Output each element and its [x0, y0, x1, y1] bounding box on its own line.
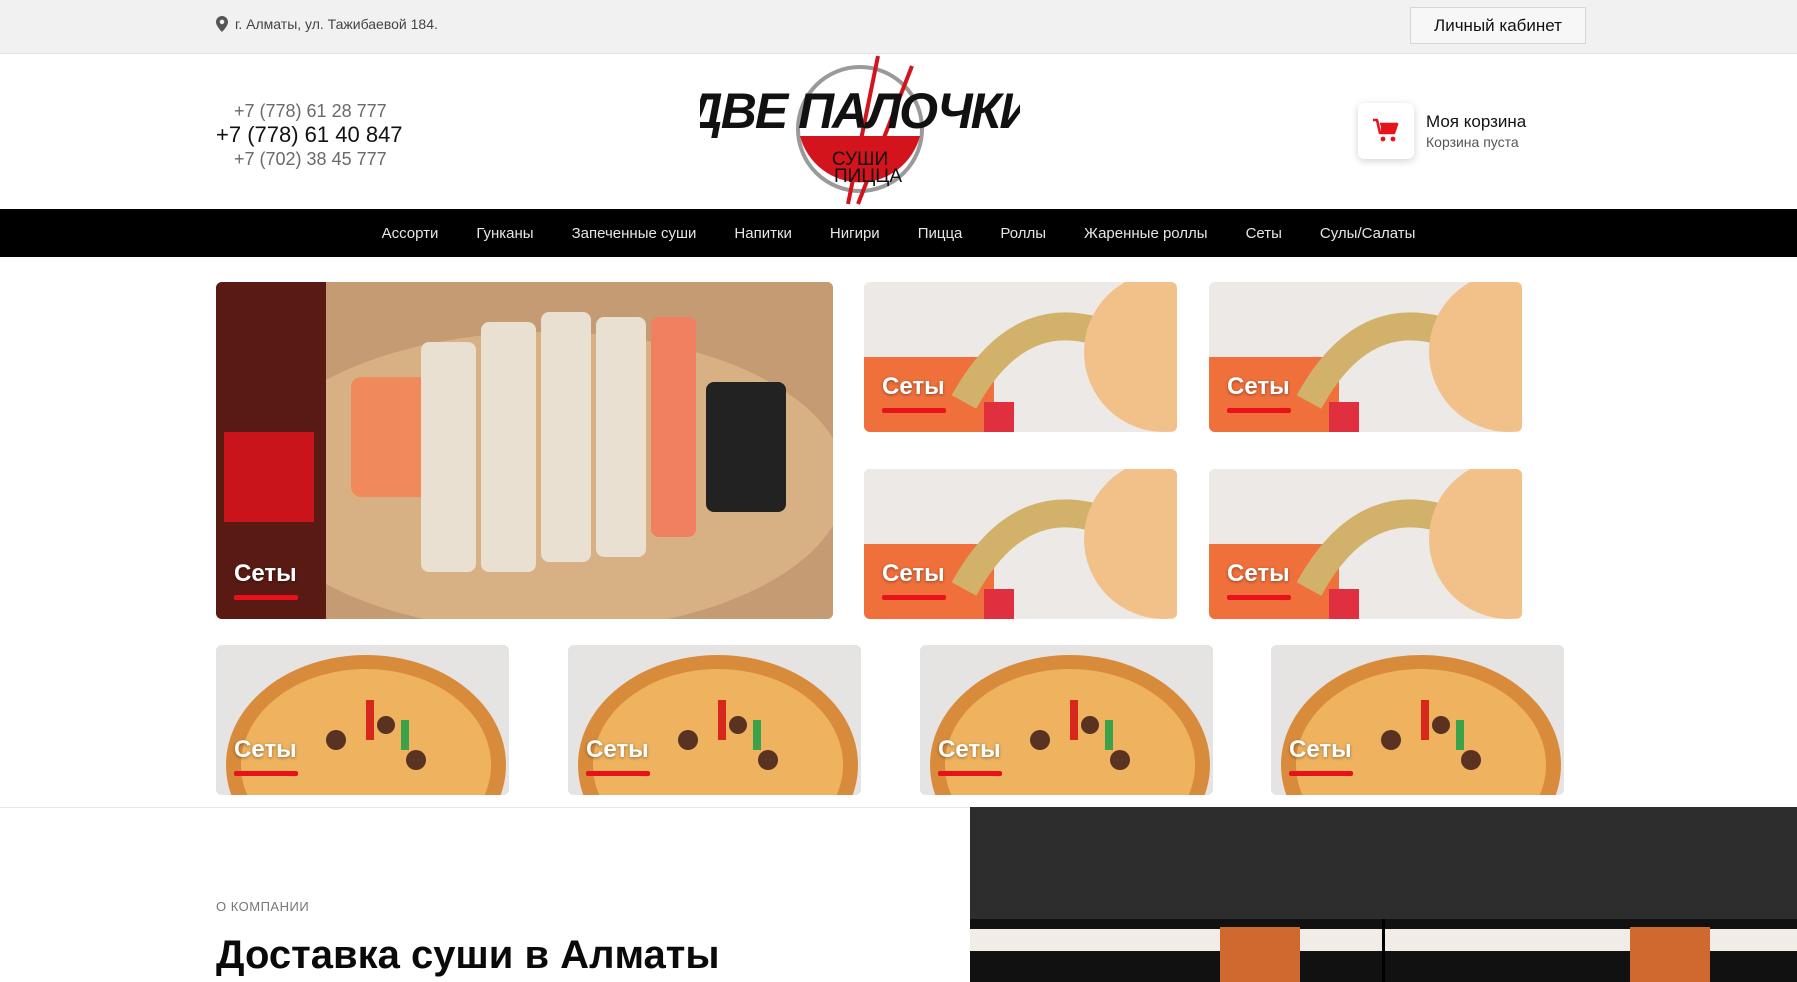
phone-number-main[interactable]: +7 (778) 61 40 847	[216, 123, 403, 147]
tile-label: Сеты	[882, 560, 945, 587]
nav-item-soups-salads[interactable]: Сулы/Салаты	[1301, 225, 1434, 242]
category-tile[interactable]: Сеты	[920, 645, 1213, 795]
tile-underline	[234, 771, 298, 776]
category-tile[interactable]: Сеты	[216, 645, 509, 795]
phone-number[interactable]: +7 (778) 61 28 777	[216, 99, 403, 123]
nav-item-nigiri[interactable]: Нигири	[811, 225, 899, 242]
personal-cabinet-button[interactable]: Личный кабинет	[1410, 7, 1586, 44]
about-eyebrow: О КОМПАНИИ	[216, 899, 310, 914]
tile-label: Сеты	[234, 560, 297, 587]
nav-item-pizza[interactable]: Пицца	[899, 225, 982, 242]
tile-underline	[882, 595, 946, 600]
tile-label: Сеты	[1227, 560, 1290, 587]
tile-label: Сеты	[586, 736, 649, 763]
location-pin-icon	[216, 16, 228, 32]
tile-underline	[1289, 771, 1353, 776]
tile-underline	[882, 408, 946, 413]
cart[interactable]: Моя корзина Корзина пуста	[1358, 103, 1526, 159]
phone-number[interactable]: +7 (702) 38 45 777	[216, 147, 403, 171]
nav-item-rolls[interactable]: Роллы	[981, 225, 1065, 242]
nav-item-gunkany[interactable]: Гунканы	[457, 225, 552, 242]
nav-item-assorti[interactable]: Ассорти	[363, 225, 458, 242]
top-bar: г. Алматы, ул. Тажибаевой 184. Личный ка…	[0, 0, 1797, 54]
nav-item-sets[interactable]: Сеты	[1227, 225, 1301, 242]
sushi-box-photo	[970, 807, 1797, 982]
nav-item-baked-sushi[interactable]: Запеченные суши	[553, 225, 716, 242]
tile-label: Сеты	[1227, 373, 1290, 400]
category-tile[interactable]: Сеты	[864, 469, 1177, 619]
cart-title: Моя корзина	[1426, 112, 1527, 131]
main-nav: Ассорти Гунканы Запеченные суши Напитки …	[0, 209, 1797, 257]
cart-button[interactable]	[1358, 103, 1414, 159]
phone-list: +7 (778) 61 28 777 +7 (778) 61 40 847 +7…	[216, 99, 403, 171]
svg-text:ПИЦЦА: ПИЦЦА	[834, 166, 902, 187]
category-tile[interactable]: Сеты	[568, 645, 861, 795]
tile-underline	[586, 771, 650, 776]
tile-label: Сеты	[938, 736, 1001, 763]
tile-label: Сеты	[234, 736, 297, 763]
category-tile[interactable]: Сеты	[1209, 469, 1522, 619]
site-logo[interactable]: ДВЕ ПАЛОЧКИ СУШИ ПИЦЦА	[700, 54, 1020, 209]
address: г. Алматы, ул. Тажибаевой 184.	[216, 16, 438, 32]
tile-underline	[1227, 408, 1291, 413]
about-photo	[970, 807, 1797, 982]
section-divider	[0, 807, 970, 808]
header: +7 (778) 61 28 777 +7 (778) 61 40 847 +7…	[0, 54, 1797, 209]
cart-status: Корзина пуста	[1426, 134, 1519, 150]
category-tile[interactable]: Сеты	[1209, 282, 1522, 432]
tile-label: Сеты	[1289, 736, 1352, 763]
svg-text:ДВЕ ПАЛОЧКИ: ДВЕ ПАЛОЧКИ	[700, 83, 1020, 139]
about-title: Доставка суши в Алматы	[216, 933, 720, 977]
tile-underline	[1227, 595, 1291, 600]
tile-underline	[938, 771, 1002, 776]
cart-info: Моя корзина Корзина пуста	[1426, 112, 1526, 150]
nav-item-drinks[interactable]: Напитки	[715, 225, 811, 242]
cart-icon	[1373, 118, 1399, 142]
address-text: г. Алматы, ул. Тажибаевой 184.	[235, 16, 438, 32]
tile-underline	[234, 595, 298, 600]
sushi-set-photo	[216, 282, 833, 619]
category-tile[interactable]: Сеты	[1271, 645, 1564, 795]
category-tile[interactable]: Сеты	[864, 282, 1177, 432]
tile-label: Сеты	[882, 373, 945, 400]
category-tile-large[interactable]: Сеты	[216, 282, 833, 619]
nav-item-fried-rolls[interactable]: Жаренные роллы	[1065, 225, 1227, 242]
